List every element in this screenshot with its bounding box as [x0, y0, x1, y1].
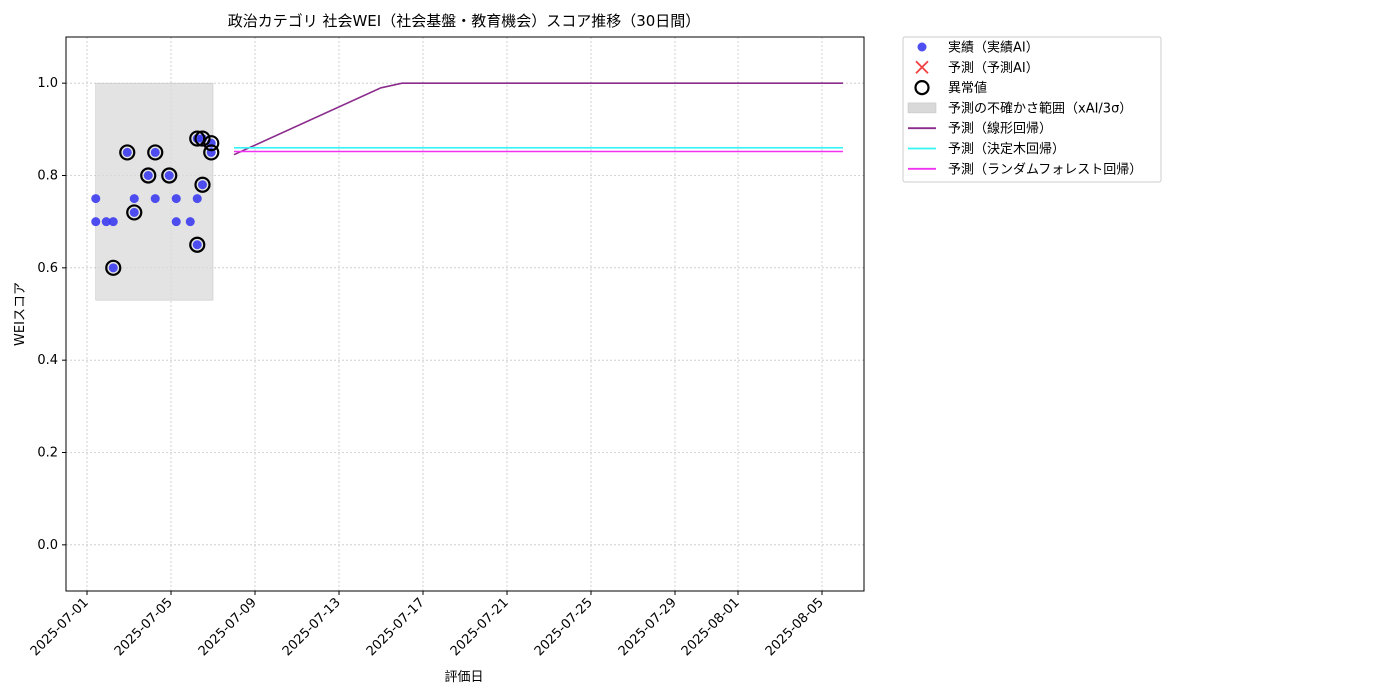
x-tick-label: 2025-07-21	[448, 595, 512, 659]
x-tick-label: 2025-07-09	[196, 595, 260, 659]
actual-point	[150, 194, 160, 204]
legend-label: 実績（実績AI）	[948, 40, 1039, 56]
legend-label: 予測（線形回帰）	[948, 121, 1052, 137]
legend-label: 予測の不確かさ範囲（xAI/3σ）	[948, 100, 1132, 116]
actual-point	[150, 147, 160, 157]
legend-label: 予測（決定木回帰）	[948, 141, 1065, 157]
actual-point	[91, 217, 101, 227]
x-tick-label: 2025-08-01	[679, 595, 743, 659]
actual-point	[171, 217, 181, 227]
y-tick-label: 0.0	[37, 538, 58, 553]
chart-title: 政治カテゴリ 社会WEI（社会基盤・教育機会）スコア推移（30日間）	[228, 12, 701, 30]
legend-label: 予測（ランダムフォレスト回帰）	[948, 161, 1142, 177]
x-tick-label: 2025-07-29	[616, 595, 680, 659]
legend-label: 異常値	[948, 80, 987, 96]
plot-area	[65, 36, 865, 592]
actual-point	[129, 207, 139, 217]
x-tick-label: 2025-07-05	[112, 595, 176, 659]
actual-point	[164, 171, 174, 180]
y-tick-label: 0.6	[37, 261, 58, 276]
x-tick-label: 2025-07-13	[280, 595, 344, 659]
x-tick-label: 2025-07-17	[364, 595, 428, 659]
forecast-line	[233, 82, 843, 156]
legend: 実績（実績AI） 予測（予測AI） 異常値予測の不確かさ範囲（xAI/3σ） 予測（線…	[902, 36, 1162, 183]
x-axis: 2025-07-01 2025-07-05 2025-07-09 2025-07-13…	[28, 591, 827, 659]
actual-point	[143, 171, 153, 180]
forecast-lines-layer	[233, 82, 843, 156]
actual-point	[129, 194, 139, 204]
y-axis-title: WEIスコア	[13, 282, 28, 346]
legend-swatch-patch	[907, 102, 937, 114]
y-tick-label: 0.2	[37, 446, 58, 461]
x-tick-label: 2025-07-25	[532, 595, 596, 659]
actual-point	[122, 147, 132, 157]
y-tick-label: 0.8	[37, 169, 58, 184]
actual-point	[108, 217, 118, 227]
legend-swatch-dot	[917, 42, 927, 52]
actual-point	[198, 180, 207, 190]
x-tick-label: 2025-07-01	[28, 595, 92, 659]
x-tick-label: 2025-08-05	[763, 595, 827, 659]
actual-point	[91, 194, 101, 204]
chart-canvas: 政治カテゴリ 社会WEI（社会基盤・教育機会）スコア推移（30日間） 2025-…	[13, 12, 1162, 685]
x-axis-title: 評価日	[444, 670, 483, 685]
actual-point	[185, 217, 195, 227]
actual-point	[171, 194, 181, 204]
legend-label: 予測（予測AI）	[948, 61, 1039, 76]
y-tick-label: 0.4	[37, 353, 58, 368]
actual-point	[192, 240, 202, 250]
actual-point	[108, 263, 118, 273]
actual-point	[192, 194, 202, 204]
y-tick-label: 1.0	[37, 76, 58, 91]
y-axis: 0.0 0.2 0.4 0.6 0.8 1.0	[37, 76, 66, 553]
